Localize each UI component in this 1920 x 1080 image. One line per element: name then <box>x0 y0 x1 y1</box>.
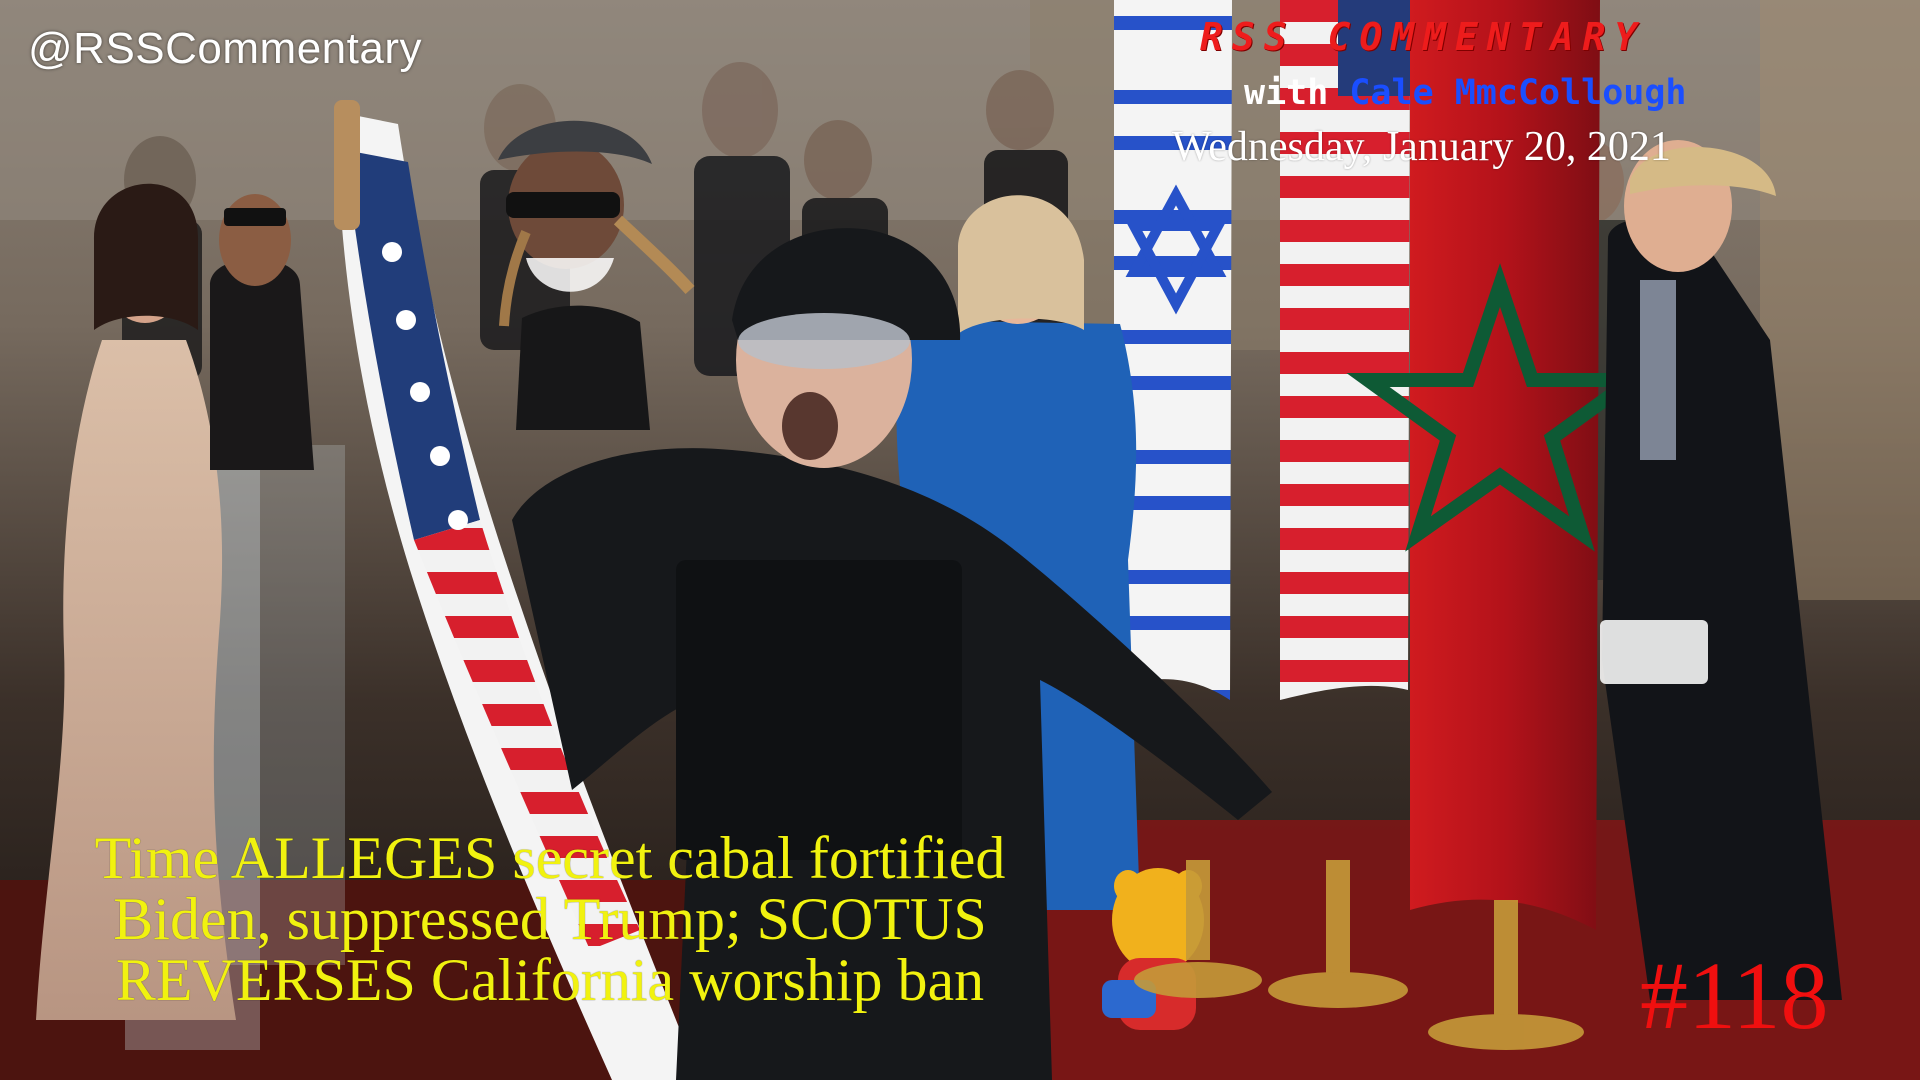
episode-headline: Time ALLEGES secret cabal fortified Bide… <box>94 825 1006 1014</box>
host-prefix: with <box>1244 73 1350 113</box>
host-name: Cale MmcCollough <box>1349 73 1687 113</box>
host-line: with Cale MmcCollough <box>1244 76 1687 111</box>
episode-number: #118 <box>1640 942 1829 1049</box>
episode-date: Wednesday, January 20, 2021 <box>1172 124 1671 170</box>
show-title: RSS Commentary <box>1200 15 1647 59</box>
thumbnail-canvas: @RSSCommentary RSS Commentary with Cale … <box>0 0 1920 1080</box>
social-handle: @RSSCommentary <box>28 24 422 73</box>
